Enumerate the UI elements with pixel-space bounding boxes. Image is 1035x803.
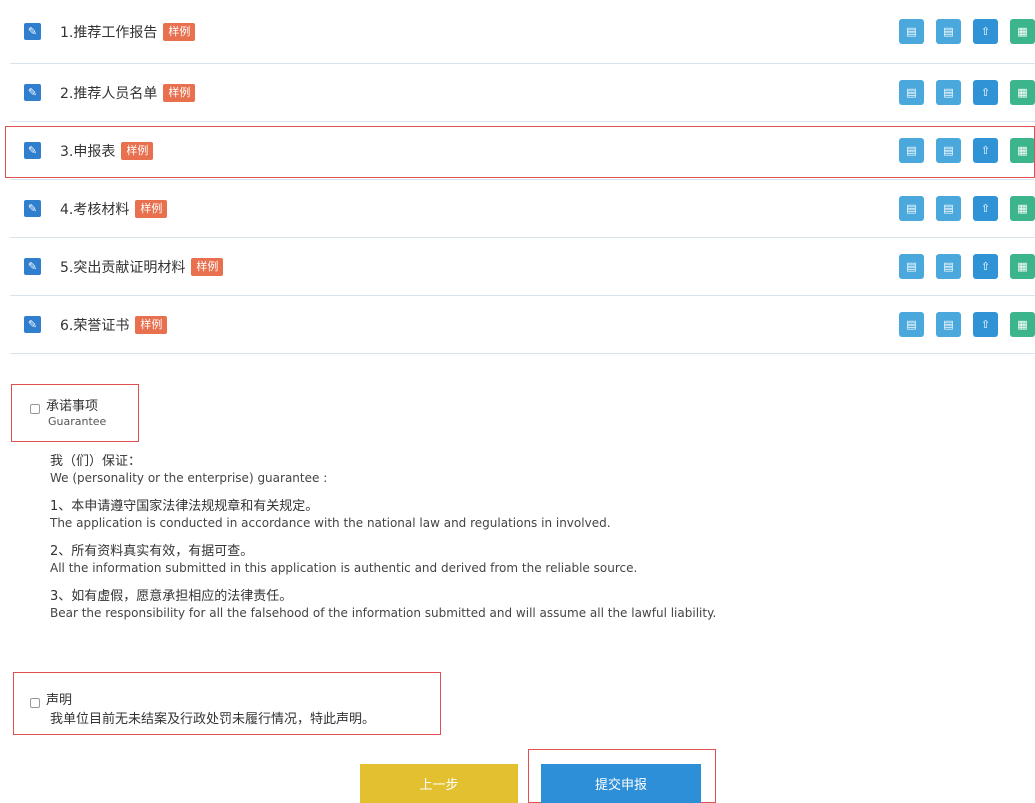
document-icon[interactable]: ▤ — [936, 196, 961, 221]
guarantee-terms: 我（们）保证： We (personality or the enterpris… — [50, 453, 810, 633]
document-icon[interactable]: ▤ — [936, 254, 961, 279]
qr-code-icon[interactable]: ▦ — [1010, 80, 1035, 105]
sample-tag[interactable]: 样例 — [135, 199, 168, 218]
document-icon[interactable]: ▤ — [899, 312, 924, 337]
material-row: ✎ 3.申报表 样例 ▤ ▤ ⇧ ▦ — [10, 122, 1035, 180]
material-row: ✎ 6.荣誉证书 样例 ▤ ▤ ⇧ ▦ — [10, 296, 1035, 354]
guarantee-checkbox[interactable] — [30, 403, 40, 414]
row-actions: ▤ ▤ ⇧ ▦ — [899, 80, 1035, 105]
guarantee-title: 承诺事项 — [46, 399, 99, 414]
qr-code-icon[interactable]: ▦ — [1010, 138, 1035, 163]
material-title: 5.突出贡献证明材料 样例 — [60, 257, 224, 277]
edit-icon[interactable]: ✎ — [24, 142, 41, 159]
declaration-title: 声明 — [46, 693, 73, 708]
submit-button[interactable]: 提交申报 — [541, 764, 701, 803]
material-row: ✎ 5.突出贡献证明材料 样例 ▤ ▤ ⇧ ▦ — [10, 238, 1035, 296]
sample-tag[interactable]: 样例 — [163, 83, 196, 102]
term-en: The application is conducted in accordan… — [50, 516, 611, 530]
upload-icon[interactable]: ⇧ — [973, 312, 998, 337]
upload-icon[interactable]: ⇧ — [973, 19, 998, 44]
row-actions: ▤ ▤ ⇧ ▦ — [899, 196, 1035, 221]
edit-icon[interactable]: ✎ — [24, 200, 41, 217]
material-row: ✎ 4.考核材料 样例 ▤ ▤ ⇧ ▦ — [10, 180, 1035, 238]
edit-icon[interactable]: ✎ — [24, 316, 41, 333]
upload-icon[interactable]: ⇧ — [973, 196, 998, 221]
document-icon[interactable]: ▤ — [936, 312, 961, 337]
material-title: 1.推荐工作报告 样例 — [60, 22, 196, 42]
upload-icon[interactable]: ⇧ — [973, 138, 998, 163]
qr-code-icon[interactable]: ▦ — [1010, 312, 1035, 337]
row-actions: ▤ ▤ ⇧ ▦ — [899, 312, 1035, 337]
term-en: All the information submitted in this ap… — [50, 561, 638, 575]
sample-tag[interactable]: 样例 — [121, 141, 154, 160]
edit-icon[interactable]: ✎ — [24, 23, 41, 40]
declaration-text: 我单位目前无未结案及行政处罚未履行情况，特此声明。 — [50, 712, 376, 727]
qr-code-icon[interactable]: ▦ — [1010, 254, 1035, 279]
upload-icon[interactable]: ⇧ — [973, 80, 998, 105]
material-row: ✎ 2.推荐人员名单 样例 ▤ ▤ ⇧ ▦ — [10, 64, 1035, 122]
row-actions: ▤ ▤ ⇧ ▦ — [899, 254, 1035, 279]
row-actions: ▤ ▤ ⇧ ▦ — [899, 19, 1035, 44]
material-title: 4.考核材料 样例 — [60, 199, 168, 219]
guarantee-subtitle: Guarantee — [48, 415, 107, 428]
qr-code-icon[interactable]: ▦ — [1010, 19, 1035, 44]
guarantee-header: 承诺事项 Guarantee — [30, 398, 106, 428]
term-en: Bear the responsibility for all the fals… — [50, 606, 717, 620]
sample-tag[interactable]: 样例 — [163, 22, 196, 41]
edit-icon[interactable]: ✎ — [24, 84, 41, 101]
guarantee-intro-zh: 我（们）保证： — [50, 454, 142, 469]
term-zh: 2、所有资料真实有效，有据可查。 — [50, 544, 254, 559]
document-icon[interactable]: ▤ — [899, 80, 924, 105]
sample-tag[interactable]: 样例 — [191, 257, 224, 276]
material-title: 6.荣誉证书 样例 — [60, 315, 168, 335]
document-icon[interactable]: ▤ — [936, 19, 961, 44]
material-row: ✎ 1.推荐工作报告 样例 ▤ ▤ ⇧ ▦ — [10, 0, 1035, 64]
material-list: ✎ 1.推荐工作报告 样例 ▤ ▤ ⇧ ▦ ✎ 2.推荐人员名单 样例 ▤ ▤ … — [10, 0, 1035, 354]
row-actions: ▤ ▤ ⇧ ▦ — [899, 138, 1035, 163]
edit-icon[interactable]: ✎ — [24, 258, 41, 275]
term-zh: 3、如有虚假，愿意承担相应的法律责任。 — [50, 589, 293, 604]
document-icon[interactable]: ▤ — [936, 80, 961, 105]
material-title: 2.推荐人员名单 样例 — [60, 83, 196, 103]
declaration: 声明 我单位目前无未结案及行政处罚未履行情况，特此声明。 — [30, 692, 375, 727]
document-icon[interactable]: ▤ — [899, 254, 924, 279]
prev-step-button[interactable]: 上一步 — [360, 764, 518, 803]
document-icon[interactable]: ▤ — [899, 196, 924, 221]
document-icon[interactable]: ▤ — [936, 138, 961, 163]
guarantee-intro-en: We (personality or the enterprise) guara… — [50, 471, 328, 485]
sample-tag[interactable]: 样例 — [135, 315, 168, 334]
term-zh: 1、本申请遵守国家法律法规规章和有关规定。 — [50, 499, 319, 514]
upload-icon[interactable]: ⇧ — [973, 254, 998, 279]
qr-code-icon[interactable]: ▦ — [1010, 196, 1035, 221]
material-title: 3.申报表 样例 — [60, 141, 154, 161]
document-icon[interactable]: ▤ — [899, 19, 924, 44]
declaration-checkbox[interactable] — [30, 697, 40, 708]
document-icon[interactable]: ▤ — [899, 138, 924, 163]
